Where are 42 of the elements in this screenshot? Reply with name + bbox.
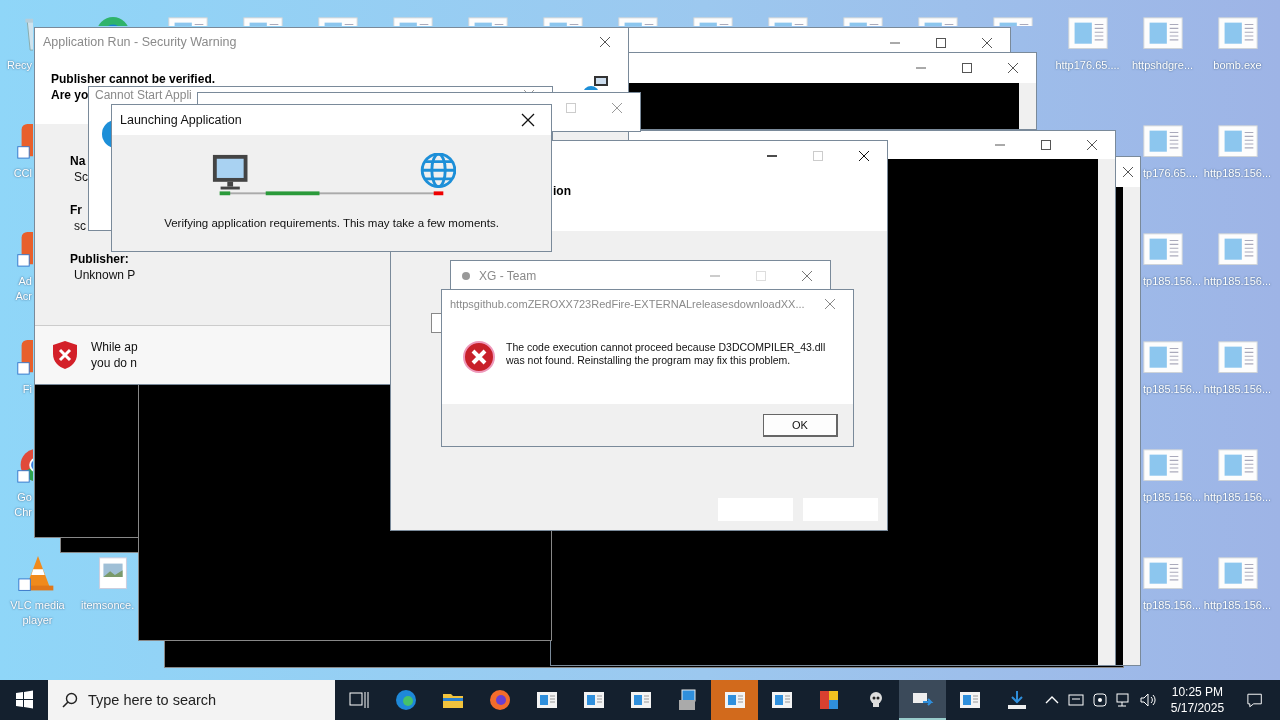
icon-label: tp176.65.... [1143,166,1199,181]
error-message: The code execution cannot proceed because D3DCOMPILER_43.dll was not found. Reinstalling the program may fix this problem. [506,341,827,367]
icon-label: http176.65.... [1055,58,1120,73]
window-title: XG - Team [478,269,537,283]
icon-label: Recy [5,58,32,73]
clock-date[interactable]: 5/17/2025 [1170,700,1225,716]
window-title: Application Run - Security Warning [42,35,237,49]
field-value: Unknown P [73,268,136,282]
ok-button[interactable]: OK [763,413,838,437]
icon-label: http185.156... [1203,490,1272,505]
status-message: Verifying application requirements. This may take a few moments. [164,217,499,229]
warning-heading: Publisher cannot be verified. [51,72,216,86]
window-title: httpsgithub.comZEROXX723RedFire-EXTERNALreleasesdownloadXX... [449,298,805,310]
icon-label: tp185.156... [1143,598,1202,613]
icon-label: Fi [21,382,32,397]
warning-text: While ap [91,340,138,354]
field-value: Sc [73,170,88,184]
warning-text: you do n [91,356,138,370]
icon-label: http185.156... [1203,598,1272,613]
search-field[interactable]: Type here to search [48,680,335,720]
icon-label: VLC media player [10,598,65,628]
icon-label: httpshdgre... [1131,58,1194,73]
icon-label: http185.156... [1203,166,1272,181]
field-label: Na [70,154,86,168]
icon-label: tp185.156... [1143,490,1202,505]
clock-time[interactable]: 10:25 PM [1171,684,1224,700]
icon-label: bomb.exe [1213,58,1262,73]
window-title: Cannot Start Appli [94,88,192,102]
field-value: sc [73,219,86,233]
window-title: Launching Application [119,113,242,127]
icon-label: CCl [12,166,32,181]
icon-label: http185.156... [1203,274,1272,289]
icon-label: tp185.156... [1143,382,1202,397]
icon-label: http185.156... [1203,382,1272,397]
icon-label: itemsonce. [81,598,135,613]
field-label: Fr [70,203,82,217]
setup-heading: ion [553,184,571,198]
field-label: Publisher: [70,252,129,266]
icon-label: Ad Acr [14,274,32,304]
icon-label: Go Chr [13,490,32,520]
icon-label: tp185.156... [1143,274,1202,289]
warning-question: Are yo [51,88,89,102]
